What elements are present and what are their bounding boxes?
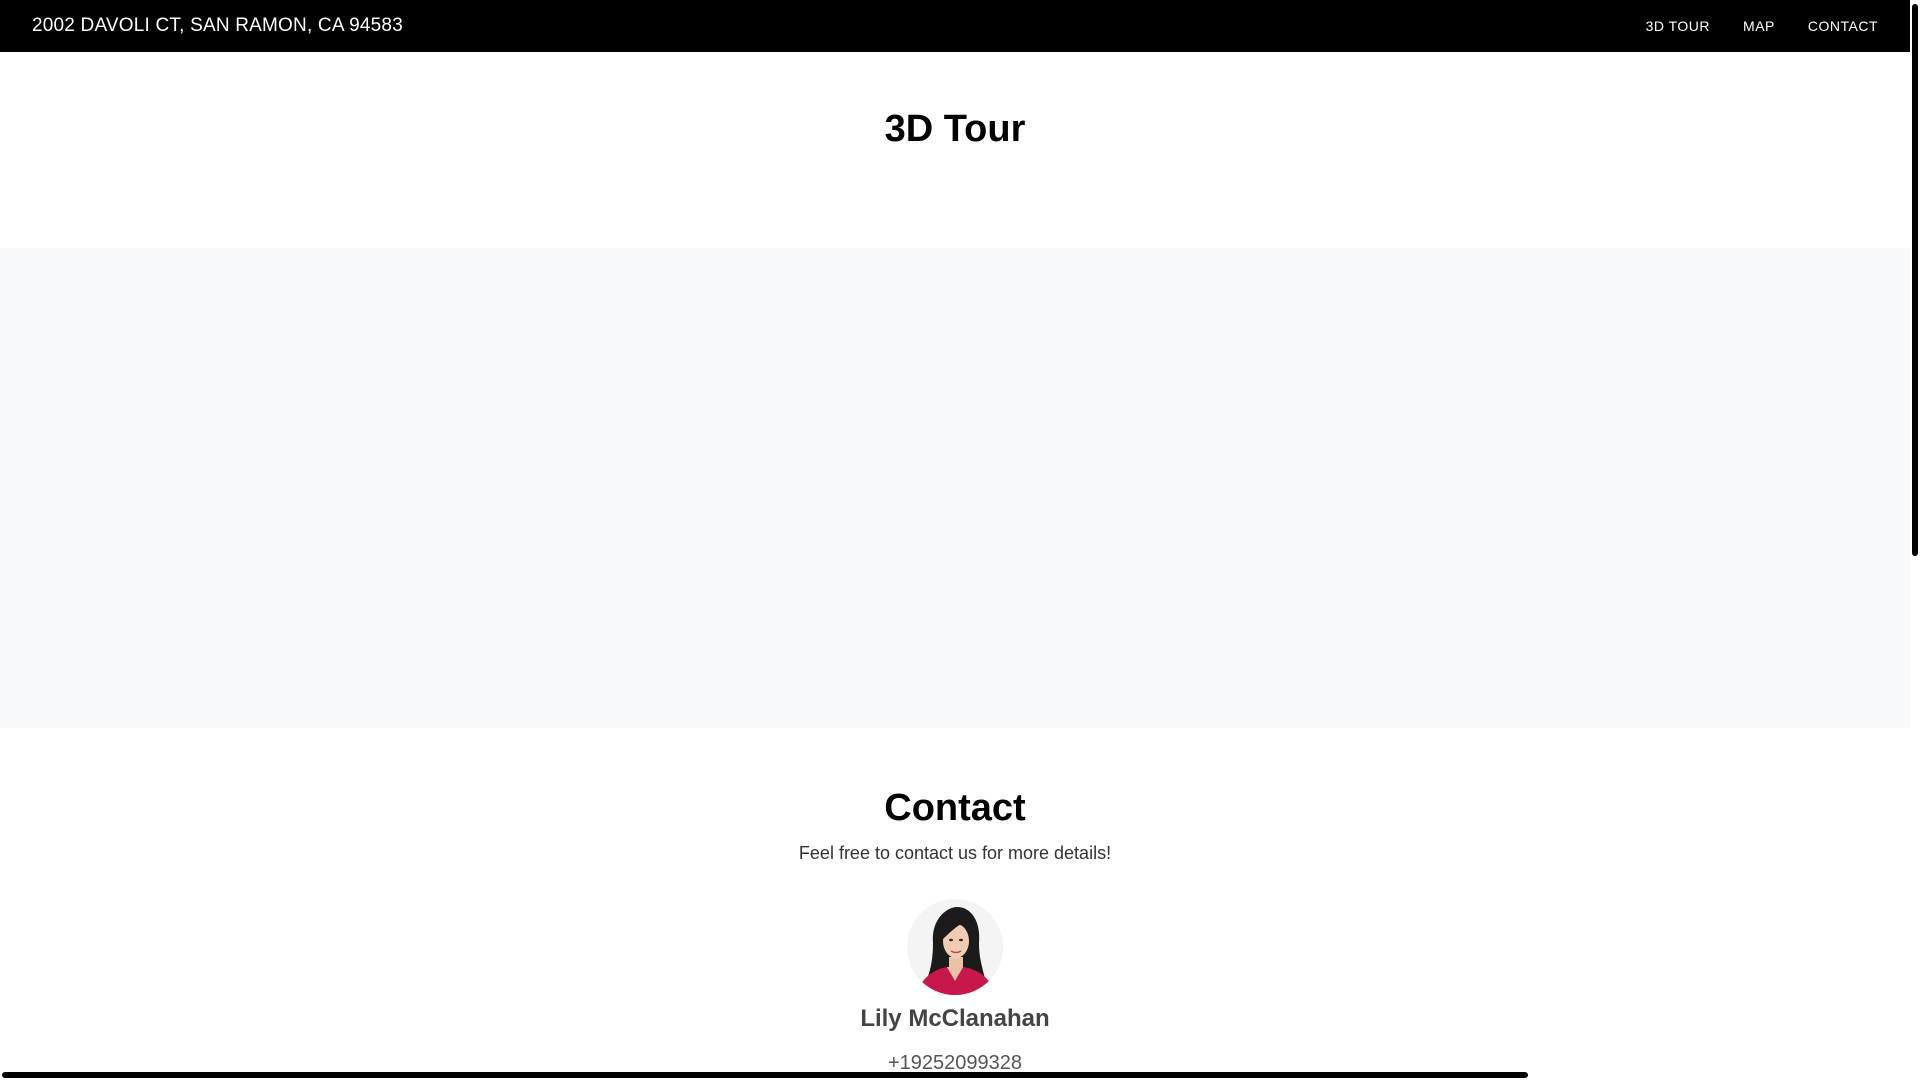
- nav-3d-tour[interactable]: 3D TOUR: [1646, 18, 1710, 34]
- main-nav: 3D TOUR MAP CONTACT: [1646, 18, 1878, 34]
- page: 2002 DAVOLI CT, SAN RAMON, CA 94583 3D T…: [0, 0, 1920, 1080]
- horizontal-scrollbar-thumb[interactable]: [2, 1072, 1528, 1078]
- vertical-scrollbar-thumb[interactable]: [1912, 4, 1918, 556]
- nav-contact[interactable]: CONTACT: [1808, 18, 1878, 34]
- site-title[interactable]: 2002 DAVOLI CT, SAN RAMON, CA 94583: [32, 15, 403, 37]
- agent-photo-icon: [907, 899, 1003, 995]
- vertical-scrollbar[interactable]: [1910, 0, 1920, 1080]
- agent-name: Lily McClanahan: [860, 1005, 1050, 1032]
- agent-avatar: [907, 899, 1003, 995]
- tour-section-title: 3D Tour: [884, 108, 1026, 150]
- contact-section-title: Contact: [884, 787, 1026, 829]
- nav-map[interactable]: MAP: [1743, 18, 1775, 34]
- tour-viewer[interactable]: [0, 248, 1910, 728]
- contact-subtitle: Feel free to contact us for more details…: [798, 843, 1112, 863]
- site-header: 2002 DAVOLI CT, SAN RAMON, CA 94583 3D T…: [0, 0, 1910, 52]
